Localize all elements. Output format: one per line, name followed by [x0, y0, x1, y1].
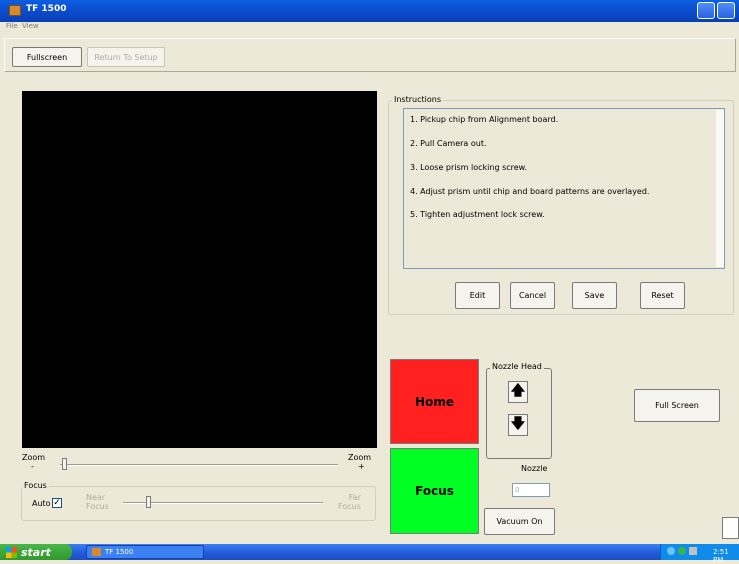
menu-view[interactable]: View — [22, 22, 39, 30]
zoom-min-label: Zoom — [22, 453, 46, 462]
zoom-slider-thumb[interactable] — [62, 458, 67, 470]
instruction-step: 1. Pickup chip from Alignment board. — [410, 115, 559, 124]
tray-icon[interactable] — [689, 547, 697, 555]
nozzle-up-button[interactable]: 🡅 — [508, 381, 528, 403]
focus-button[interactable]: Focus — [390, 448, 479, 534]
auto-focus-label: Auto — [32, 499, 51, 508]
instructions-legend: Instructions — [392, 95, 443, 104]
focus-slider-track[interactable] — [123, 502, 323, 504]
start-label: start — [21, 545, 51, 559]
taskbar-item-label: TF 1500 — [105, 548, 134, 556]
menu-bar: File View — [0, 22, 739, 34]
instruction-step: 2. Pull Camera out. — [410, 139, 487, 148]
edit-button[interactable]: Edit — [455, 282, 500, 309]
focus-slider-thumb[interactable] — [146, 496, 151, 508]
near-focus-label: Near Focus — [86, 493, 109, 511]
menu-file[interactable]: File — [6, 22, 18, 30]
instruction-step: 5. Tighten adjustment lock screw. — [410, 210, 545, 219]
fullscreen-button[interactable]: Fullscreen — [12, 47, 82, 67]
instructions-list: 1. Pickup chip from Alignment board. 2. … — [403, 108, 725, 269]
full-screen-button[interactable]: Full Screen — [634, 389, 720, 422]
minimize-button[interactable] — [697, 2, 715, 19]
app-icon — [9, 5, 21, 16]
return-to-setup-button[interactable]: Return To Setup — [87, 47, 165, 67]
cancel-button[interactable]: Cancel — [510, 282, 555, 309]
clock: 2:51 PM — [713, 548, 729, 564]
restore-button[interactable] — [717, 2, 735, 19]
nozzle-head-legend: Nozzle Head — [490, 362, 544, 371]
tray-icon[interactable] — [678, 547, 686, 555]
system-tray: 2:51 PM — [660, 544, 739, 564]
reset-button[interactable]: Reset — [640, 282, 685, 309]
zoom-slider-track[interactable] — [60, 464, 338, 466]
zoom-plus-sign: + — [358, 462, 365, 471]
instruction-step: 4. Adjust prism until chip and board pat… — [410, 187, 650, 196]
arrow-up-icon: 🡅 — [510, 383, 526, 399]
home-button[interactable]: Home — [390, 359, 479, 444]
arrow-down-icon: 🡇 — [510, 416, 526, 432]
status-box — [722, 517, 739, 539]
nozzle-down-button[interactable]: 🡇 — [508, 414, 528, 436]
instructions-scrollbar[interactable] — [716, 110, 724, 267]
tray-icon[interactable] — [667, 547, 675, 555]
app-icon — [92, 548, 101, 556]
focus-legend: Focus — [22, 481, 49, 490]
camera-view — [22, 91, 377, 448]
nozzle-label: Nozzle — [521, 464, 548, 473]
title-bar — [0, 0, 739, 22]
instruction-step: 3. Loose prism locking screw. — [410, 163, 528, 172]
taskbar-item-tf1500[interactable]: TF 1500 — [86, 545, 204, 559]
auto-focus-checkbox[interactable]: ✓ — [52, 498, 62, 508]
window-title: TF 1500 — [26, 4, 67, 14]
zoom-minus-sign: - — [31, 462, 34, 471]
windows-logo-icon — [6, 546, 17, 558]
far-focus-label: Far Focus — [338, 493, 361, 511]
start-button[interactable]: start — [0, 544, 72, 560]
vacuum-on-button[interactable]: Vacuum On — [484, 508, 555, 535]
zoom-max-label: Zoom — [348, 453, 372, 462]
save-button[interactable]: Save — [572, 282, 617, 309]
nozzle-field[interactable]: 0 — [512, 483, 550, 497]
